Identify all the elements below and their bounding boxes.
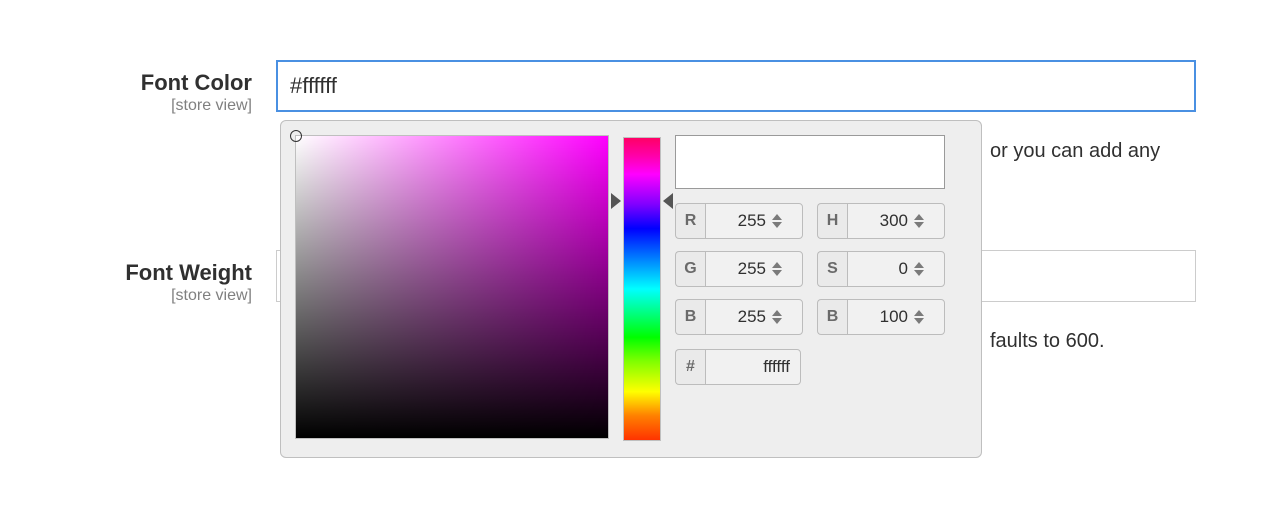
h-input[interactable] bbox=[854, 211, 912, 231]
chevron-down-icon bbox=[772, 318, 782, 324]
font-color-hint: or you can add any bbox=[990, 140, 1210, 163]
g-spinner[interactable] bbox=[770, 262, 782, 276]
h-spinner[interactable] bbox=[912, 214, 924, 228]
chevron-down-icon bbox=[772, 270, 782, 276]
s-spinner[interactable] bbox=[912, 262, 924, 276]
font-color-label: Font Color bbox=[16, 70, 252, 96]
chevron-up-icon bbox=[914, 214, 924, 220]
chevron-up-icon bbox=[914, 262, 924, 268]
chevron-down-icon bbox=[914, 318, 924, 324]
font-weight-label: Font Weight bbox=[16, 260, 252, 286]
r-spinner[interactable] bbox=[770, 214, 782, 228]
b-hsb-spinner[interactable] bbox=[912, 310, 924, 324]
g-input[interactable] bbox=[712, 259, 770, 279]
r-input[interactable] bbox=[712, 211, 770, 231]
b-rgb-input[interactable] bbox=[712, 307, 770, 327]
chevron-down-icon bbox=[914, 222, 924, 228]
font-weight-hint: faults to 600. bbox=[990, 330, 1210, 353]
hex-input[interactable] bbox=[716, 357, 790, 377]
color-picker-popup: R G B bbox=[280, 120, 982, 458]
chevron-down-icon bbox=[772, 222, 782, 228]
b-hsb-input[interactable] bbox=[854, 307, 912, 327]
g-label: G bbox=[675, 251, 705, 287]
sv-cursor-icon[interactable] bbox=[290, 130, 302, 142]
s-input[interactable] bbox=[854, 259, 912, 279]
b-rgb-spinner[interactable] bbox=[770, 310, 782, 324]
font-color-input[interactable] bbox=[276, 60, 1196, 112]
hue-slider[interactable] bbox=[623, 137, 661, 441]
color-swatch bbox=[675, 135, 945, 189]
b-hsb-label: B bbox=[817, 299, 847, 335]
s-label: S bbox=[817, 251, 847, 287]
chevron-up-icon bbox=[772, 262, 782, 268]
font-weight-scope: [store view] bbox=[16, 286, 252, 307]
hue-arrow-right-icon[interactable] bbox=[663, 193, 673, 209]
b-rgb-label: B bbox=[675, 299, 705, 335]
chevron-up-icon bbox=[772, 310, 782, 316]
r-label: R bbox=[675, 203, 705, 239]
chevron-up-icon bbox=[914, 310, 924, 316]
chevron-up-icon bbox=[772, 214, 782, 220]
saturation-value-field[interactable] bbox=[295, 135, 609, 439]
hex-label: # bbox=[675, 349, 705, 385]
hue-arrow-left-icon[interactable] bbox=[611, 193, 621, 209]
font-color-scope: [store view] bbox=[16, 96, 252, 117]
chevron-down-icon bbox=[914, 270, 924, 276]
h-label: H bbox=[817, 203, 847, 239]
